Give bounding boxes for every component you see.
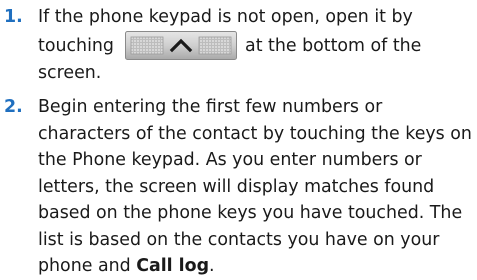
step-number: 1. — [4, 7, 23, 27]
keypad-toggle-button-image — [124, 30, 237, 60]
call-log-label: Call log — [136, 256, 210, 276]
step-2-text: Begin entering the first few numbers or … — [38, 97, 472, 276]
instruction-list: 1. If the phone keypad is not open, open… — [0, 4, 477, 280]
step-2-end: . — [209, 256, 215, 276]
step-number: 2. — [4, 97, 23, 117]
step-1: 1. If the phone keypad is not open, open… — [0, 4, 477, 86]
step-2: 2. Begin entering the first few numbers … — [0, 94, 477, 280]
